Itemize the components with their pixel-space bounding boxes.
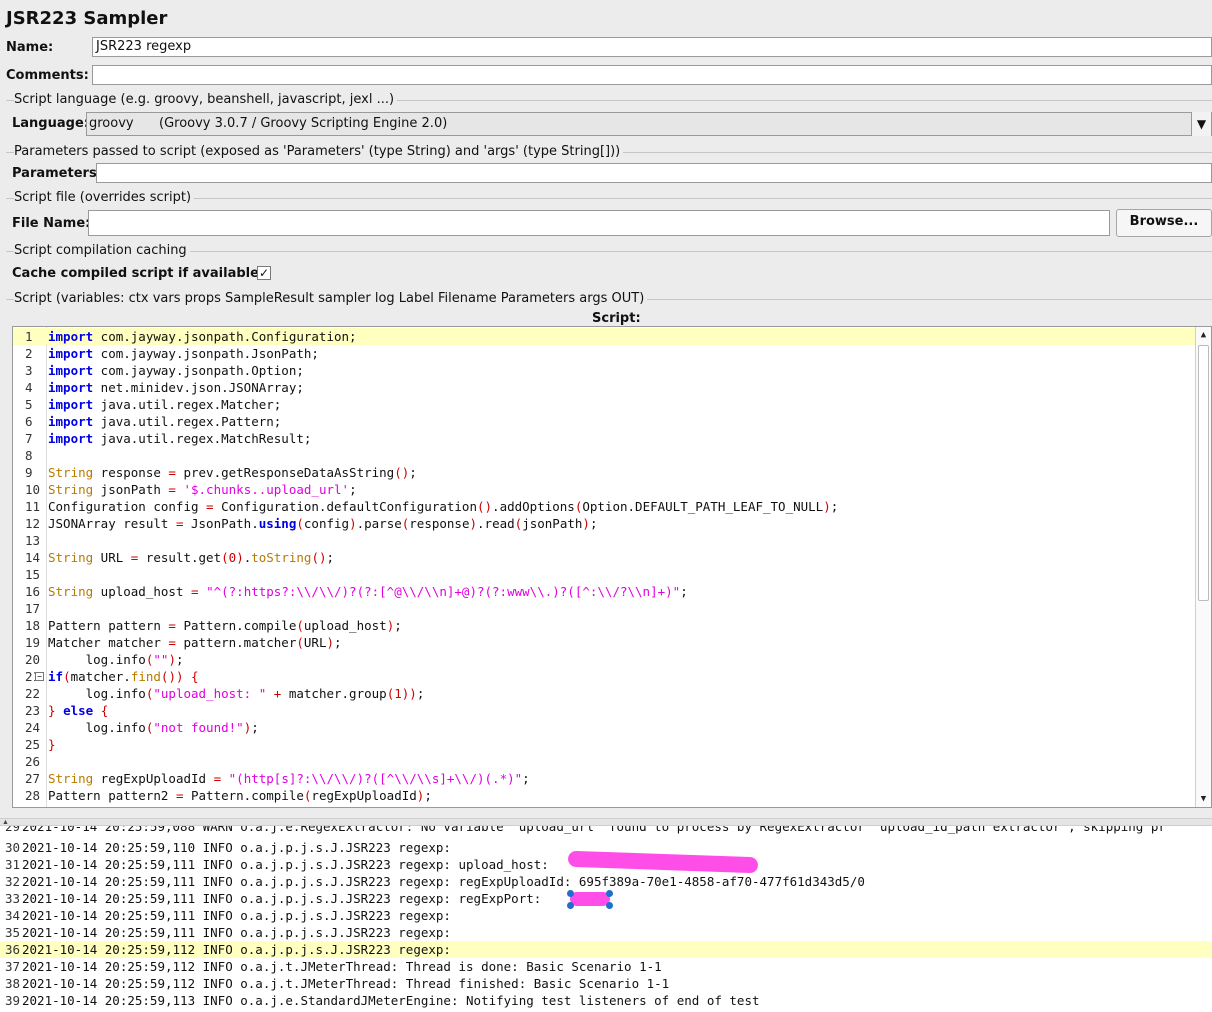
code-line: 10 String jsonPath = '$.chunks..upload_ur… — [25, 482, 357, 497]
scroll-up-icon[interactable]: ▲ — [1196, 327, 1211, 343]
log-line: 29 2021-10-14 20:25:59,088 WARN o.a.j.e.R… — [4, 826, 1166, 834]
code-line: 9 String response = prev.getResponseDataA… — [25, 465, 417, 480]
file-name-label: File Name: — [12, 216, 91, 231]
code-line: 3 import com.jayway.jsonpath.Option; — [25, 363, 304, 378]
code-line: 11 Configuration config = Configuration.d… — [25, 499, 839, 514]
log-line: 37 2021-10-14 20:25:59,112 INFO o.a.j.t.J… — [4, 959, 662, 974]
code-line: 25} — [25, 737, 56, 752]
log-line: 34 2021-10-14 20:25:59,111 INFO o.a.j.p.j… — [4, 908, 451, 923]
browse-button[interactable]: Browse... — [1116, 209, 1212, 237]
code-line: 15 — [25, 567, 41, 582]
log-panel[interactable]: 29 2021-10-14 20:25:59,088 WARN o.a.j.e.R… — [0, 826, 1212, 1012]
log-line: 35 2021-10-14 20:25:59,111 INFO o.a.j.p.j… — [4, 925, 451, 940]
comments-label: Comments: — [6, 68, 89, 83]
redaction-mark — [570, 892, 610, 906]
language-description: (Groovy 3.0.7 / Groovy Scripting Engine … — [159, 116, 448, 131]
code-line: 18 Pattern pattern = Pattern.compile(uplo… — [25, 618, 402, 633]
file-group-title: Script file (overrides script) — [14, 190, 195, 205]
code-line: 19 Matcher matcher = pattern.matcher(URL)… — [25, 635, 342, 650]
name-field[interactable]: JSR223 regexp — [92, 37, 1212, 57]
file-name-field[interactable] — [88, 210, 1110, 236]
selection-handle[interactable] — [567, 890, 574, 897]
log-line: 38 2021-10-14 20:25:59,112 INFO o.a.j.t.J… — [4, 976, 670, 991]
dropdown-arrow-icon[interactable]: ▼ — [1191, 112, 1211, 136]
code-line: 24 log.info("not found!"); — [25, 720, 259, 735]
code-line: 5 import java.util.regex.Matcher; — [25, 397, 282, 412]
log-line: 32 2021-10-14 20:25:59,111 INFO o.a.j.p.j… — [4, 874, 865, 889]
code-line: 1 import com.jayway.jsonpath.Configuratio… — [13, 328, 1197, 345]
code-line: 13 — [25, 533, 41, 548]
code-line: 27 String regExpUploadId = "(http[s]?:\\/… — [25, 771, 530, 786]
sampler-title: JSR223 Sampler — [6, 8, 168, 29]
language-label: Language: — [12, 116, 89, 131]
parameters-group-title: Parameters passed to script (exposed as … — [14, 144, 624, 159]
script-editor[interactable]: 1 import com.jayway.jsonpath.Configuratio… — [12, 326, 1212, 808]
selection-handle[interactable] — [606, 890, 613, 897]
language-group-title: Script language (e.g. groovy, beanshell,… — [14, 92, 398, 107]
collapse-fold-icon[interactable]: − — [35, 672, 44, 681]
parameters-field[interactable] — [96, 163, 1212, 183]
code-line: 12 JSONArray result = JsonPath.using(conf… — [25, 516, 598, 531]
code-line: 8 — [25, 448, 33, 463]
cache-checkbox[interactable]: ✓ — [257, 266, 271, 280]
code-line: 2 import com.jayway.jsonpath.JsonPath; — [25, 346, 319, 361]
code-line: 28 Pattern pattern2 = Pattern.compile(reg… — [25, 788, 432, 803]
comments-field[interactable] — [92, 65, 1212, 85]
editor-scrollbar[interactable]: ▲ ▼ — [1195, 327, 1211, 807]
name-label: Name: — [6, 40, 54, 55]
parameters-label: Parameters: — [12, 166, 102, 181]
selection-handle[interactable] — [606, 902, 613, 909]
language-value: groovy — [89, 116, 134, 131]
code-line: 4 import net.minidev.json.JSONArray; — [25, 380, 304, 395]
script-group-title: Script (variables: ctx vars props Sample… — [14, 291, 648, 306]
split-pane-divider[interactable]: ▲▼ — [0, 818, 1212, 833]
code-line: 29Matcher matcher2 = pattern2.matcher(UR… — [13, 804, 1197, 807]
code-line: 21− if(matcher.find()) { — [25, 669, 199, 684]
code-line: 23} else { — [25, 703, 109, 718]
script-header: Script: — [592, 311, 641, 326]
code-line: 17 — [25, 601, 41, 616]
code-line: 22 log.info("upload_host: " + matcher.gr… — [25, 686, 425, 701]
code-line: 7 import java.util.regex.MatchResult; — [25, 431, 312, 446]
code-line: 6 import java.util.regex.Pattern; — [25, 414, 282, 429]
selection-handle[interactable] — [567, 902, 574, 909]
code-line: 20 log.info(""); — [25, 652, 184, 667]
cache-group-title: Script compilation caching — [14, 243, 190, 258]
log-line: 39 2021-10-14 20:25:59,113 INFO o.a.j.e.S… — [4, 993, 760, 1008]
log-line: 36 2021-10-14 20:25:59,112 INFO o.a.j.p.j… — [0, 941, 1212, 958]
cache-label: Cache compiled script if available: — [12, 266, 265, 281]
scrollbar-thumb[interactable] — [1198, 345, 1209, 601]
code-line: 26 — [25, 754, 41, 769]
code-line: 16 String upload_host = "^(?:https?:\\/\\… — [25, 584, 688, 599]
scroll-down-icon[interactable]: ▼ — [1196, 791, 1211, 807]
code-line: 14 String URL = result.get(0).toString(); — [25, 550, 335, 565]
language-select[interactable]: groovy (Groovy 3.0.7 / Groovy Scripting … — [86, 112, 1212, 136]
